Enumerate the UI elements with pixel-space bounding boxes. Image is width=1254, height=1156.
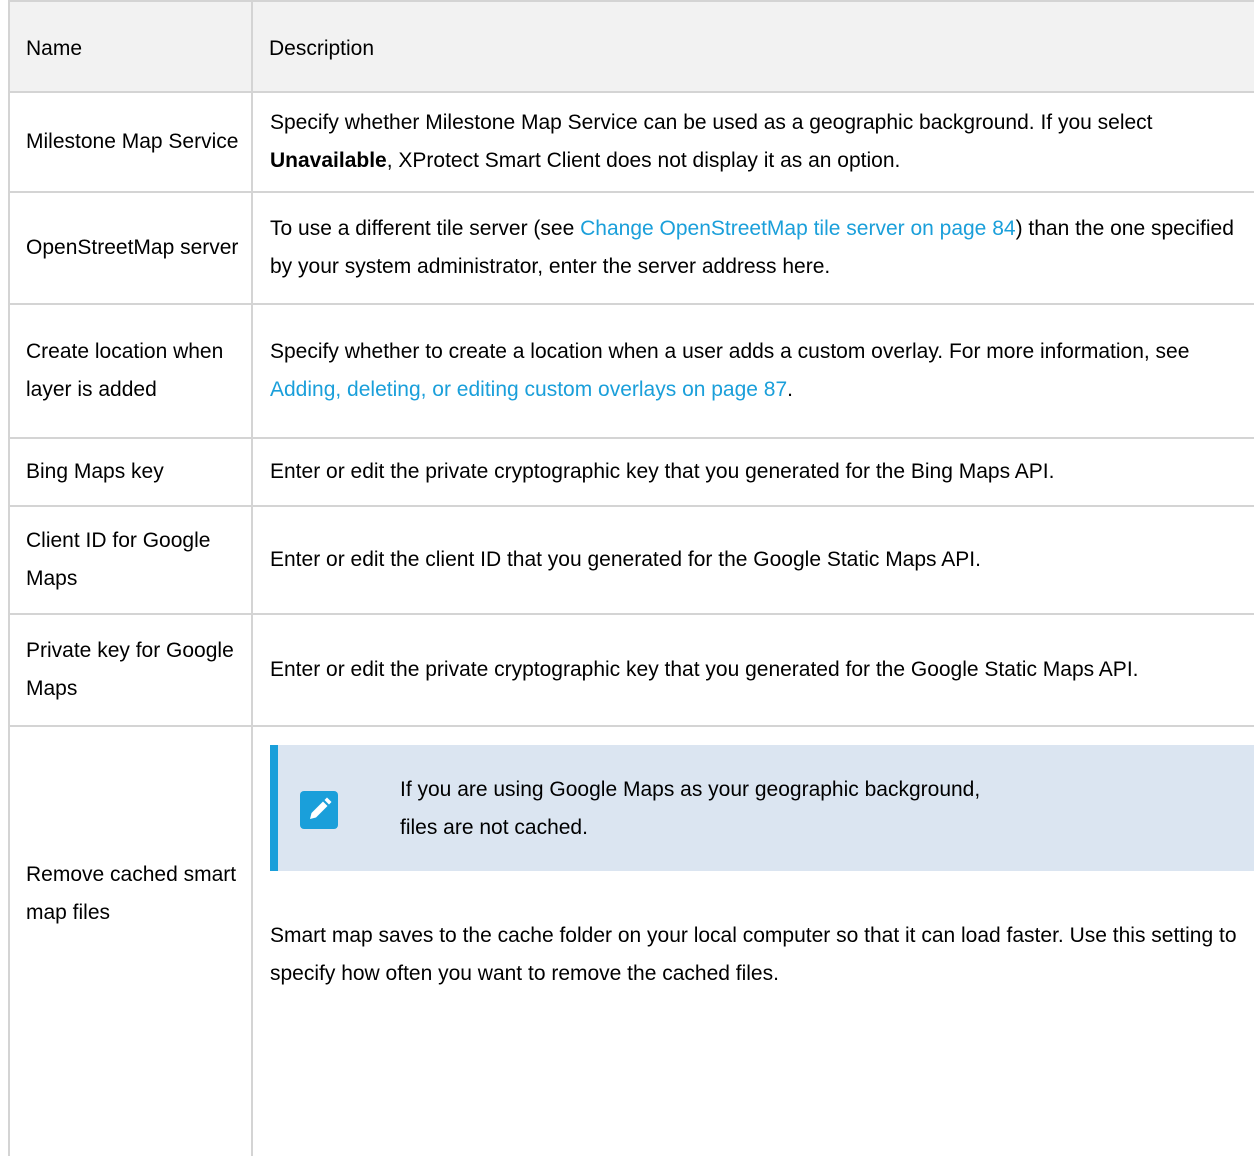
cross-reference-link[interactable]: Change OpenStreetMap tile server on page… xyxy=(580,217,1015,240)
ui-term: Unavailable xyxy=(270,149,387,172)
setting-name: Bing Maps key xyxy=(8,437,253,507)
setting-description: Enter or edit the private cryptographic … xyxy=(251,437,1254,507)
note-callout: If you are using Google Maps as your geo… xyxy=(270,745,1254,871)
settings-table: Name Description Milestone Map Service S… xyxy=(8,0,1254,1156)
description-text: . xyxy=(787,378,794,401)
setting-description: Specify whether Milestone Map Service ca… xyxy=(251,91,1254,193)
cross-reference-link[interactable]: Adding, deleting, or editing custom over… xyxy=(270,378,787,401)
setting-description: Enter or edit the client ID that you gen… xyxy=(251,505,1254,615)
table-row: Remove cached smart map files If you are… xyxy=(8,725,1254,1156)
note-text: If you are using Google Maps as your geo… xyxy=(400,771,980,847)
table-row: Private key for Google Maps Enter or edi… xyxy=(8,613,1254,727)
setting-name: Milestone Map Service xyxy=(8,91,253,193)
setting-name: Remove cached smart map files xyxy=(8,725,253,1156)
description-text: , XProtect Smart Client does not display… xyxy=(386,149,901,172)
setting-name: Create location when layer is added xyxy=(8,303,253,439)
setting-name: Client ID for Google Maps xyxy=(8,505,253,615)
table-row: Client ID for Google Maps Enter or edit … xyxy=(8,505,1254,615)
column-header-description: Description xyxy=(251,0,1254,93)
setting-name: Private key for Google Maps xyxy=(8,613,253,727)
setting-description: Enter or edit the private cryptographic … xyxy=(251,613,1254,727)
table-row: Milestone Map Service Specify whether Mi… xyxy=(8,91,1254,193)
table-row: OpenStreetMap server To use a different … xyxy=(8,191,1254,305)
note-line: If you are using Google Maps as your geo… xyxy=(400,778,981,801)
description-text: Smart map saves to the cache folder on y… xyxy=(270,924,1237,985)
setting-description: To use a different tile server (see Chan… xyxy=(251,191,1254,305)
pencil-note-icon xyxy=(300,791,338,829)
description-text: To use a different tile server (see xyxy=(270,217,581,240)
description-text: Specify whether Milestone Map Service ca… xyxy=(270,111,1153,134)
setting-description: If you are using Google Maps as your geo… xyxy=(251,725,1254,1156)
note-line: files are not cached. xyxy=(400,816,588,839)
setting-name: OpenStreetMap server xyxy=(8,191,253,305)
column-header-name: Name xyxy=(8,0,253,93)
table-row: Create location when layer is added Spec… xyxy=(8,303,1254,439)
table-header-row: Name Description xyxy=(8,0,1254,93)
description-text: Specify whether to create a location whe… xyxy=(270,340,1190,363)
setting-description: Specify whether to create a location whe… xyxy=(251,303,1254,439)
table-row: Bing Maps key Enter or edit the private … xyxy=(8,437,1254,507)
